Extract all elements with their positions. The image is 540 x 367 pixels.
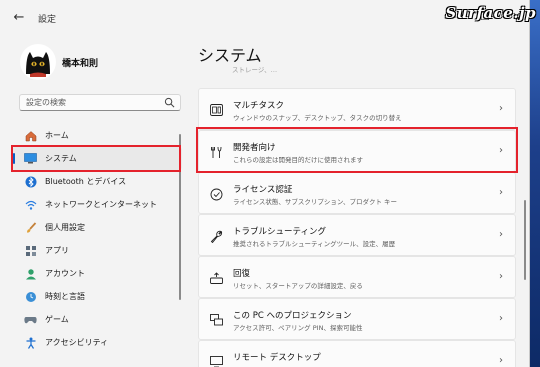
card-title: トラブルシューティング: [233, 227, 326, 237]
card-title: 回復: [233, 269, 251, 279]
remote-desktop-icon: [208, 354, 224, 367]
sidebar-item-label: システム: [45, 154, 77, 163]
brush-icon: [24, 221, 37, 234]
sidebar-item-system[interactable]: システム: [12, 147, 182, 170]
wrench-icon: [208, 228, 224, 244]
card-recovery[interactable]: 回復 リセット、スタートアップの詳細設定、戻る ›: [198, 256, 516, 298]
card-title: リモート デスクトップ: [233, 353, 321, 363]
sidebar-item-label: 時刻と言語: [45, 292, 85, 301]
sidebar-item-network[interactable]: ネットワークとインターネット: [12, 193, 182, 216]
chevron-right-icon: ›: [499, 313, 503, 324]
sidebar-item-label: アクセシビリティ: [45, 338, 109, 347]
card-projection[interactable]: この PC へのプロジェクション アクセス許可、ペアリング PIN、探索可能性 …: [198, 298, 516, 340]
watermark: Surface.jp: [445, 4, 536, 22]
card-description: アクセス許可、ペアリング PIN、探索可能性: [233, 324, 363, 332]
app-title: 設定: [38, 15, 57, 25]
card-description: リセット、スタートアップの詳細設定、戻る: [233, 282, 363, 290]
sidebar-item-label: Bluetooth とデバイス: [45, 177, 127, 186]
back-button[interactable]: ←: [10, 11, 28, 25]
card-description: これらの設定は開発目的だけに使用されます: [233, 156, 363, 164]
search-icon[interactable]: [164, 97, 175, 108]
sidebar-item-label: ホーム: [45, 131, 69, 140]
sidebar-item-accounts[interactable]: アカウント: [12, 262, 182, 285]
sidebar-item-bluetooth[interactable]: Bluetooth とデバイス: [12, 170, 182, 193]
search-input[interactable]: [20, 95, 160, 110]
main-scrollbar[interactable]: [524, 200, 526, 280]
card-description: ウィンドウのスナップ、デスクトップ、タスクの切り替え: [233, 114, 402, 122]
card-remote-desktop[interactable]: リモート デスクトップ ›: [198, 340, 516, 367]
page-title: システム: [198, 46, 262, 65]
recovery-icon: [208, 270, 224, 286]
bluetooth-icon: [24, 175, 37, 188]
sidebar-item-gaming[interactable]: ゲーム: [12, 308, 182, 331]
chevron-right-icon: ›: [499, 103, 503, 114]
accessibility-icon: [24, 336, 37, 349]
sidebar-item-personalization[interactable]: 個人用設定: [12, 216, 182, 239]
chevron-right-icon: ›: [499, 271, 503, 282]
card-description: ライセンス状態、サブスクリプション、プロダクト キー: [233, 198, 398, 206]
faded-card-text: ストレージ、…: [232, 66, 278, 74]
sidebar-item-label: 個人用設定: [45, 223, 85, 232]
card-multitasking[interactable]: マルチタスク ウィンドウのスナップ、デスクトップ、タスクの切り替え ›: [198, 88, 516, 130]
sidebar-item-accessibility[interactable]: アクセシビリティ: [12, 331, 182, 354]
projection-icon: [208, 312, 224, 328]
sidebar-item-label: ゲーム: [45, 315, 69, 324]
sidebar-item-label: アカウント: [45, 269, 85, 278]
card-developers[interactable]: 開発者向け これらの設定は開発目的だけに使用されます ›: [198, 130, 516, 172]
sidebar-item-apps[interactable]: アプリ: [12, 239, 182, 262]
sidebar-item-label: ネットワークとインターネット: [45, 200, 157, 209]
profile-name: 橋本和則: [62, 59, 99, 69]
card-title: マルチタスク: [233, 101, 285, 111]
sidebar-item-label: アプリ: [45, 246, 69, 255]
monitor-icon: [24, 152, 37, 165]
card-title: この PC へのプロジェクション: [233, 311, 352, 321]
chevron-right-icon: ›: [499, 229, 503, 240]
chevron-right-icon: ›: [499, 355, 503, 366]
card-title: ライセンス認証: [233, 185, 293, 195]
home-icon: [24, 129, 37, 142]
chevron-right-icon: ›: [499, 145, 503, 156]
clock-globe-icon: [24, 290, 37, 303]
avatar[interactable]: [20, 44, 56, 80]
activation-icon: [208, 186, 224, 202]
account-icon: [24, 267, 37, 280]
chevron-right-icon: ›: [499, 187, 503, 198]
gamepad-icon: [24, 313, 37, 326]
sidebar-item-home[interactable]: ホーム: [12, 124, 182, 147]
sidebar-scrollbar[interactable]: [179, 134, 181, 300]
search-box[interactable]: [19, 94, 181, 111]
developer-tools-icon: [208, 144, 224, 160]
card-title: 開発者向け: [233, 143, 276, 153]
card-troubleshoot[interactable]: トラブルシューティング 推奨されるトラブルシューティングツール、設定、履歴 ›: [198, 214, 516, 256]
card-activation[interactable]: ライセンス認証 ライセンス状態、サブスクリプション、プロダクト キー ›: [198, 172, 516, 214]
sidebar-nav: ホーム システム Bluetooth とデバイス ネットワークとインターネット …: [12, 124, 182, 354]
card-description: 推奨されるトラブルシューティングツール、設定、履歴: [233, 240, 396, 248]
wifi-icon: [24, 198, 37, 211]
settings-window: ← 設定 — ☐ ✕ 橋本和則 ホーム: [0, 0, 530, 367]
apps-icon: [24, 244, 37, 257]
multitask-icon: [208, 102, 224, 118]
sidebar-item-time-language[interactable]: 時刻と言語: [12, 285, 182, 308]
